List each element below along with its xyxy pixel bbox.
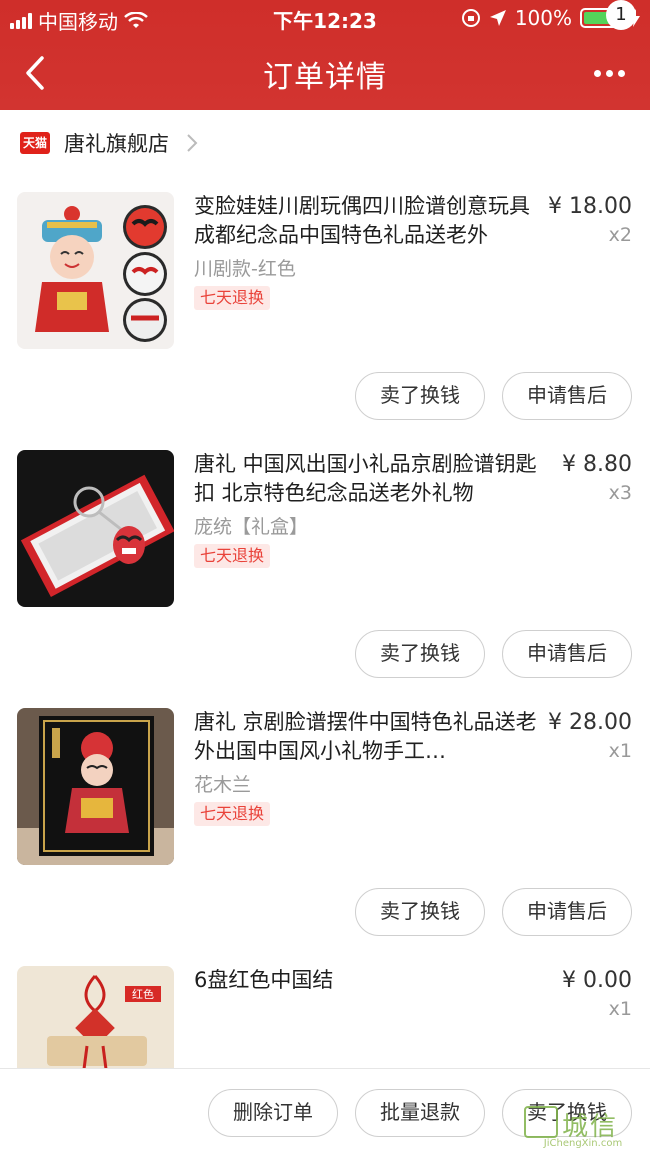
- after-sales-button[interactable]: 申请售后: [502, 372, 632, 420]
- message-badge[interactable]: 1: [606, 0, 636, 30]
- product-image[interactable]: [17, 450, 174, 607]
- product-quantity: x1: [608, 998, 632, 1020]
- sell-button[interactable]: 卖了换钱: [355, 888, 485, 936]
- order-item[interactable]: 唐礼 中国风出国小礼品京剧脸谱钥匙扣 北京特色纪念品送老外礼物 ¥ 8.80 x…: [0, 450, 650, 708]
- nav-bar: 订单详情: [0, 36, 650, 110]
- product-quantity: x1: [608, 740, 632, 762]
- location-icon: [489, 10, 506, 26]
- delete-order-button[interactable]: 删除订单: [208, 1089, 338, 1137]
- product-image[interactable]: 红色: [17, 966, 174, 1068]
- product-variant: 花木兰: [194, 774, 252, 796]
- sell-button[interactable]: 卖了换钱: [355, 372, 485, 420]
- product-quantity: x3: [608, 482, 632, 504]
- return-policy-badge: 七天退换: [194, 544, 271, 568]
- product-image[interactable]: [17, 192, 174, 349]
- store-row[interactable]: 天猫 唐礼旗舰店: [0, 110, 650, 176]
- chevron-right-icon: [187, 134, 198, 152]
- order-item[interactable]: 变脸娃娃川剧玩偶四川脸谱创意玩具成都纪念品中国特色礼品送老外 ¥ 18.00 x…: [0, 192, 650, 450]
- more-menu-button[interactable]: [594, 62, 630, 84]
- product-title[interactable]: 唐礼 京剧脸谱摆件中国特色礼品送老外出国中国风小礼物手工…: [194, 708, 544, 766]
- product-variant: 川剧款-红色: [194, 258, 296, 280]
- after-sales-button[interactable]: 申请售后: [502, 888, 632, 936]
- product-price: ¥ 8.80: [562, 452, 632, 477]
- page-title: 订单详情: [263, 60, 387, 95]
- after-sales-button[interactable]: 申请售后: [502, 630, 632, 678]
- sell-button[interactable]: 卖了换钱: [355, 630, 485, 678]
- product-title[interactable]: 唐礼 中国风出国小礼品京剧脸谱钥匙扣 北京特色纪念品送老外礼物: [194, 450, 544, 508]
- product-image[interactable]: [17, 708, 174, 865]
- watermark-logo-icon: [524, 1106, 558, 1138]
- status-bar: 中国移动 下午12:23 100%: [0, 0, 650, 36]
- watermark-url: JiChengXin.com: [543, 1138, 623, 1149]
- store-name: 唐礼旗舰店: [64, 132, 169, 156]
- batch-refund-button[interactable]: 批量退款: [355, 1089, 485, 1137]
- watermark: 城信 JiChengXin.com: [524, 1104, 642, 1150]
- product-price: ¥ 18.00: [548, 194, 632, 219]
- product-price: ¥ 0.00: [562, 968, 632, 993]
- product-title[interactable]: 变脸娃娃川剧玩偶四川脸谱创意玩具成都纪念品中国特色礼品送老外: [194, 192, 544, 250]
- thumb-label: 红色: [132, 987, 154, 1001]
- order-item[interactable]: 唐礼 京剧脸谱摆件中国特色礼品送老外出国中国风小礼物手工… ¥ 28.00 x1…: [0, 708, 650, 966]
- orientation-lock-icon: [461, 9, 480, 27]
- order-item[interactable]: 红色 6盘红色中国结 ¥ 0.00 x1: [0, 966, 650, 1068]
- tmall-logo-icon: 天猫: [20, 132, 50, 154]
- return-policy-badge: 七天退换: [194, 802, 271, 826]
- app-header: 中国移动 下午12:23 100% 订单详情 1: [0, 0, 650, 110]
- return-policy-badge: 七天退换: [194, 286, 271, 310]
- product-quantity: x2: [608, 224, 632, 246]
- product-title[interactable]: 6盘红色中国结: [194, 966, 544, 995]
- product-price: ¥ 28.00: [548, 710, 632, 735]
- product-variant: 庞统【礼盒】: [194, 516, 309, 538]
- battery-percent: 100%: [514, 6, 572, 30]
